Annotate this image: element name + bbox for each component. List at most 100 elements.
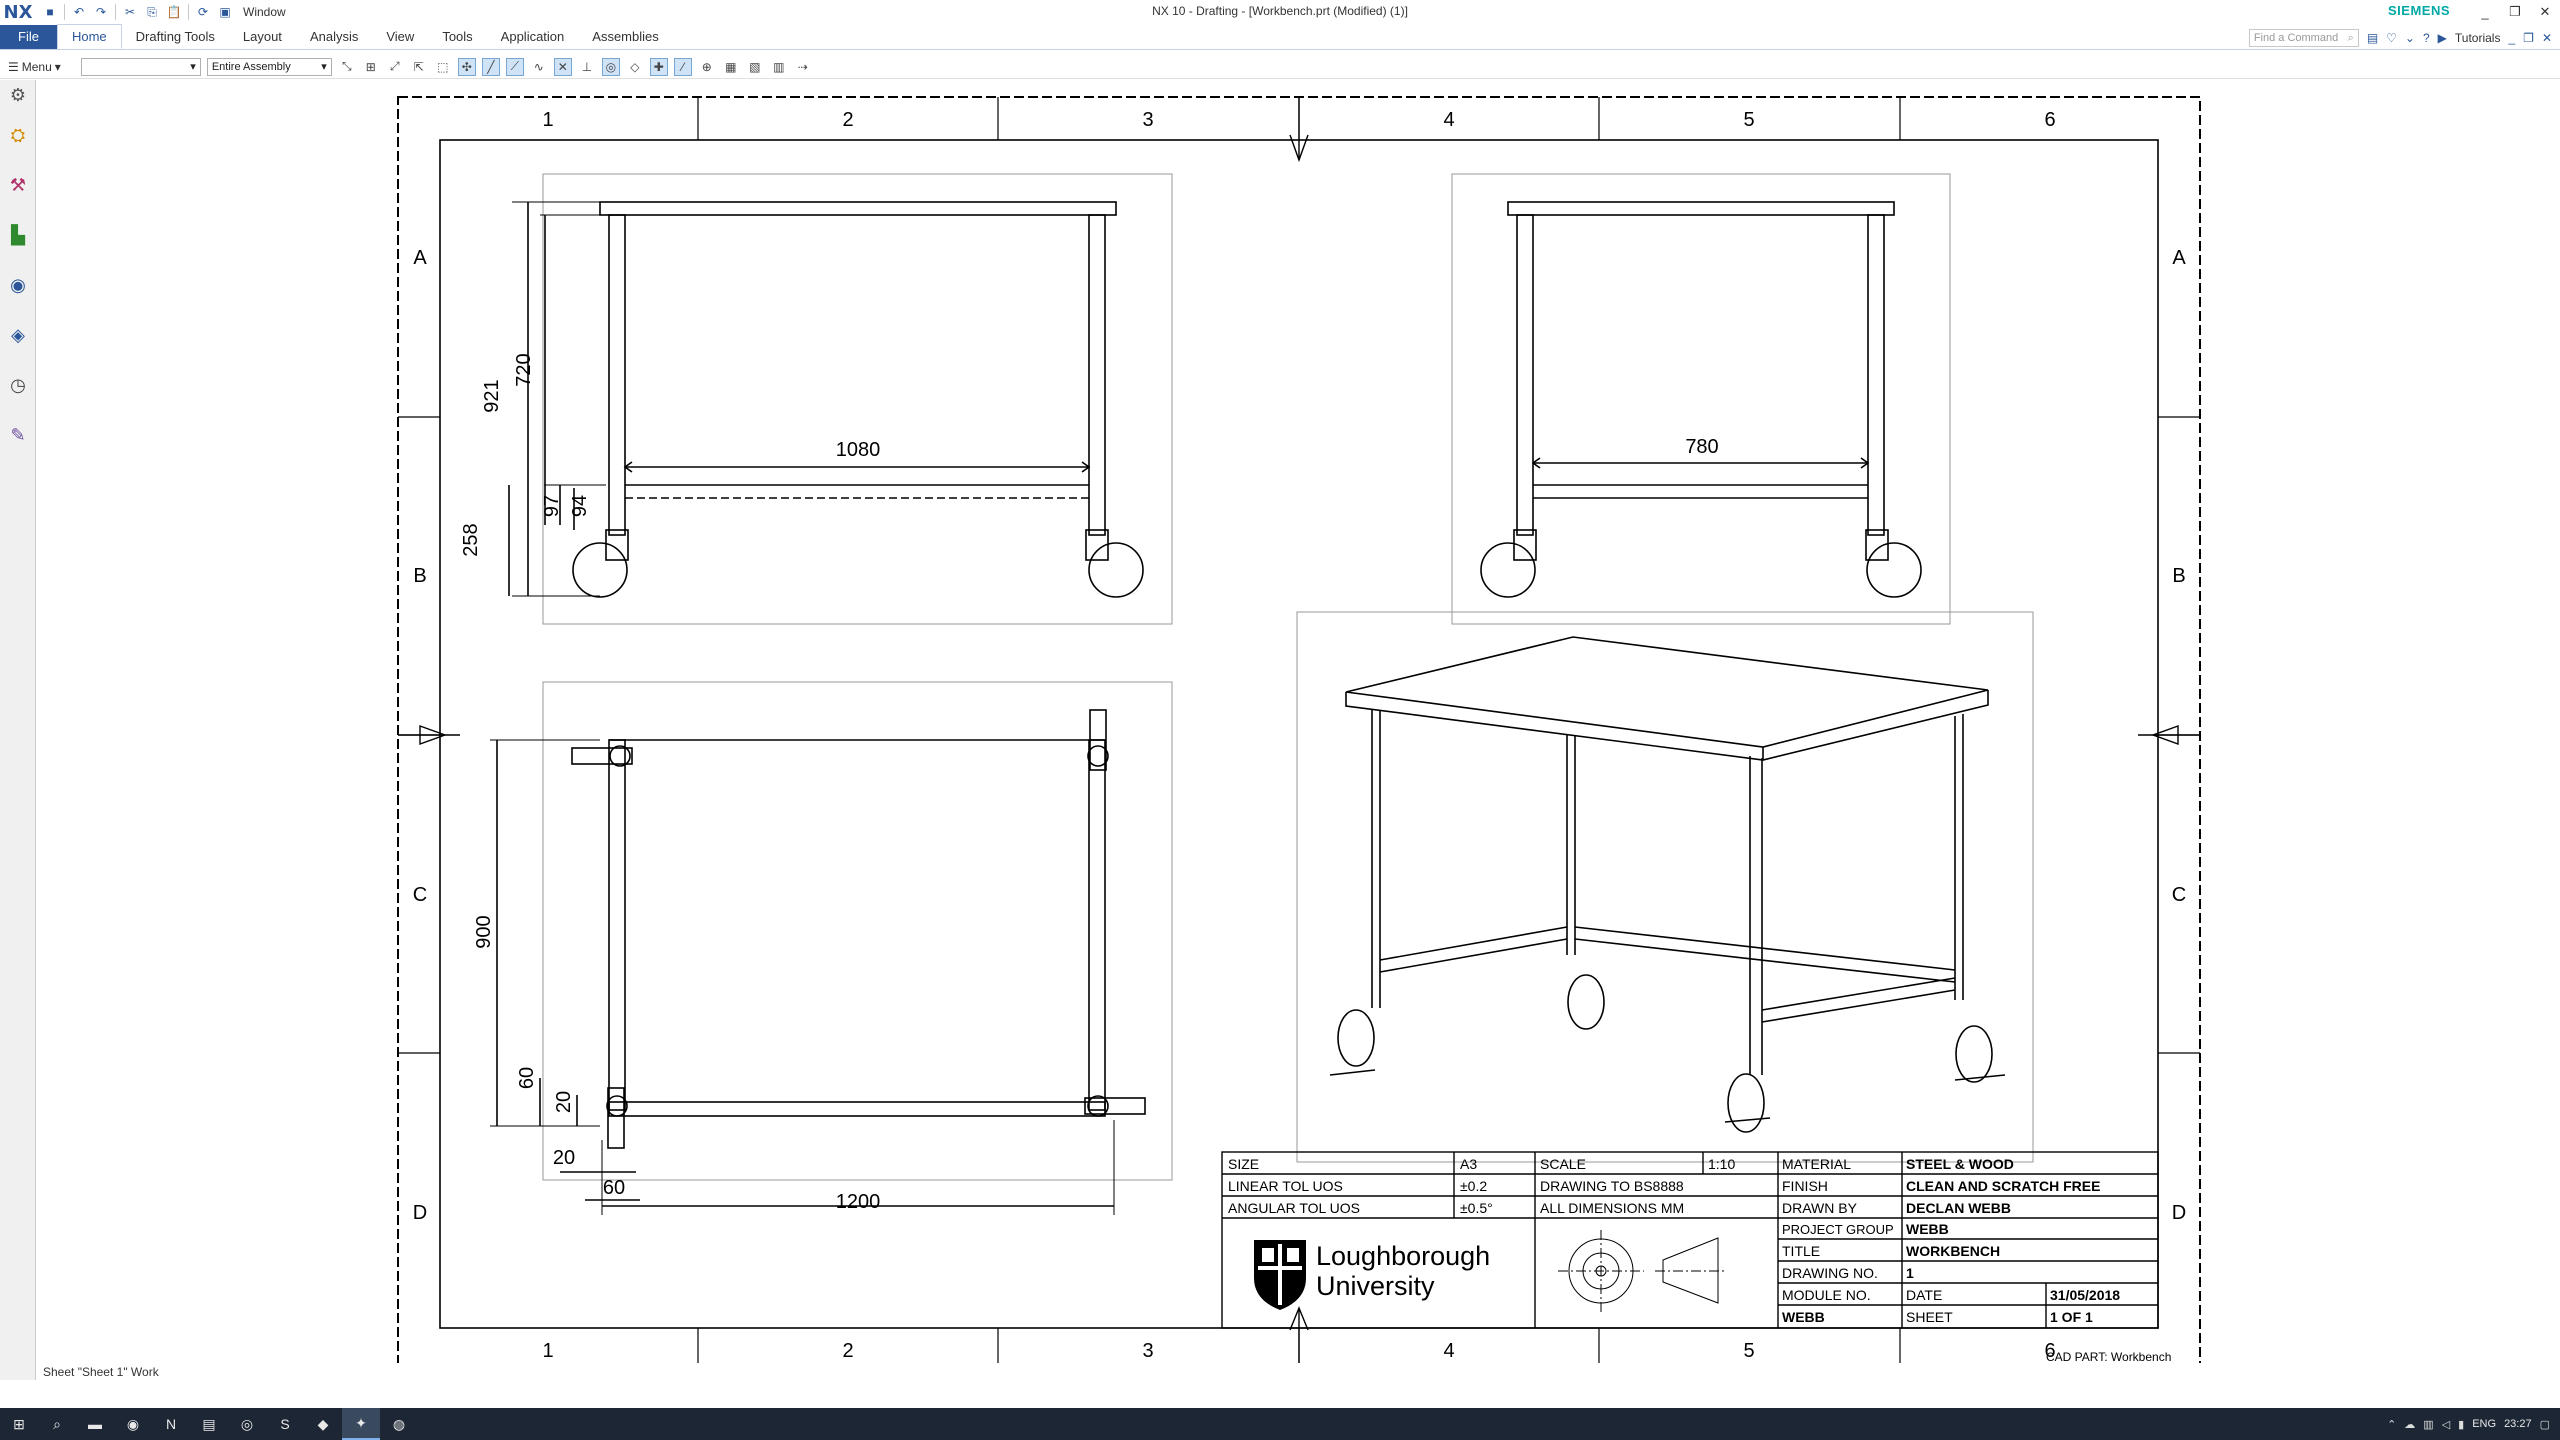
- messenger-icon[interactable]: ◆: [304, 1408, 342, 1440]
- tab-layout[interactable]: Layout: [229, 25, 296, 49]
- chevron-down-icon: ▾: [321, 61, 327, 73]
- tab-file[interactable]: File: [0, 25, 57, 49]
- clock-icon[interactable]: ◷: [0, 360, 36, 410]
- menu-label: Menu: [21, 59, 52, 74]
- box-select-icon[interactable]: ⬚: [434, 58, 452, 76]
- table-icon[interactable]: ▥: [770, 58, 788, 76]
- filter-icon[interactable]: ⊞: [362, 58, 380, 76]
- curve-icon[interactable]: ∿: [530, 58, 548, 76]
- history-icon[interactable]: ◈: [0, 310, 36, 360]
- view-style-icon[interactable]: ▧: [746, 58, 764, 76]
- restore-button[interactable]: ❐: [2500, 0, 2530, 24]
- snap-icon[interactable]: ⤡: [338, 58, 356, 76]
- midpoint-snap-icon[interactable]: ⟋: [505, 57, 524, 76]
- deselect-icon[interactable]: ⤢: [386, 58, 404, 76]
- volume-icon[interactable]: ◁: [2442, 1418, 2450, 1431]
- view-layout-icon[interactable]: ▦: [722, 58, 740, 76]
- clock[interactable]: 23:27: [2504, 1418, 2532, 1430]
- perpendicular-icon[interactable]: ⊥: [578, 58, 596, 76]
- ribbon-minimize-icon[interactable]: _: [2508, 31, 2515, 45]
- undo-icon[interactable]: ↶: [71, 4, 87, 20]
- file-explorer-icon[interactable]: ▬: [76, 1408, 114, 1440]
- selection-scope-select[interactable]: Entire Assembly ▾: [206, 57, 332, 76]
- chrome-icon[interactable]: ◎: [228, 1408, 266, 1440]
- quadrant-icon[interactable]: ◇: [626, 58, 644, 76]
- onenote-icon[interactable]: N: [152, 1408, 190, 1440]
- part-navigator-icon[interactable]: ⛭: [0, 110, 36, 160]
- roles-icon[interactable]: ✎: [0, 410, 36, 460]
- point-icon[interactable]: ⊕: [698, 58, 716, 76]
- isometric-view[interactable]: [1296, 611, 2034, 1163]
- chevron-down-icon[interactable]: ⌄: [2405, 31, 2415, 45]
- assembly-navigator-icon[interactable]: ⚒: [0, 160, 36, 210]
- endpoint-snap-icon[interactable]: ✣: [457, 57, 476, 76]
- side-view[interactable]: [1451, 173, 1951, 625]
- dim-offset-60-vertical: 60: [516, 1067, 538, 1089]
- tab-tools[interactable]: Tools: [428, 25, 486, 49]
- tab-assemblies[interactable]: Assemblies: [578, 25, 672, 49]
- notes-icon[interactable]: ▤: [190, 1408, 228, 1440]
- settings-gear-icon[interactable]: ⚙: [0, 80, 36, 110]
- browser-icon[interactable]: ◉: [114, 1408, 152, 1440]
- intersection-icon[interactable]: ✕: [553, 57, 572, 76]
- tab-home[interactable]: Home: [56, 24, 122, 49]
- onedrive-icon[interactable]: ☁: [2404, 1418, 2415, 1431]
- dim-offset-60-horizontal: 60: [603, 1177, 625, 1199]
- tangent-icon[interactable]: ⁄: [673, 57, 692, 76]
- pmi-icon[interactable]: ⇢: [794, 58, 812, 76]
- notification-icon[interactable]: ▢: [2540, 1418, 2550, 1431]
- point-on-curve-icon[interactable]: ✚: [649, 57, 668, 76]
- tb-date-label: DATE: [1906, 1287, 1942, 1303]
- window-title: NX 10 - Drafting - [Workbench.prt (Modif…: [1152, 4, 1408, 18]
- tutorials-link[interactable]: Tutorials: [2455, 31, 2501, 45]
- command-search-input[interactable]: Find a Command ⌕: [2248, 29, 2359, 47]
- reselect-icon[interactable]: ⇱: [410, 58, 428, 76]
- plan-view[interactable]: [490, 681, 1173, 1215]
- tb-title-value: WORKBENCH: [1906, 1243, 2000, 1259]
- tab-drafting-tools[interactable]: Drafting Tools: [122, 25, 229, 49]
- toolbar-divider: [115, 4, 116, 20]
- nx-taskbar-icon[interactable]: ✦: [342, 1408, 380, 1440]
- tb-all-dims-label: ALL DIMENSIONS MM: [1540, 1200, 1684, 1216]
- close-button[interactable]: ✕: [2530, 0, 2560, 24]
- minimize-button[interactable]: _: [2470, 0, 2500, 24]
- web-browser-icon[interactable]: ◉: [0, 260, 36, 310]
- start-icon[interactable]: ⊞: [0, 1408, 38, 1440]
- ribbon-restore-icon[interactable]: ❐: [2523, 31, 2534, 45]
- zone-row-label: D: [413, 1202, 427, 1224]
- search-icon[interactable]: ⌕: [38, 1408, 76, 1440]
- line-snap-icon[interactable]: ╱: [481, 57, 500, 76]
- nx-logo[interactable]: NX: [0, 0, 36, 24]
- tb-module-value: WEBB: [1782, 1309, 1825, 1325]
- type-filter-select[interactable]: ▾: [80, 57, 201, 76]
- paste-icon[interactable]: 📋: [166, 4, 182, 20]
- tray-overflow-icon[interactable]: ⌃: [2387, 1418, 2396, 1431]
- language-indicator[interactable]: ENG: [2472, 1418, 2496, 1430]
- front-view[interactable]: [508, 173, 1173, 625]
- skype-icon[interactable]: S: [266, 1408, 304, 1440]
- battery-icon[interactable]: ▮: [2458, 1418, 2464, 1431]
- toolbar-divider: [188, 4, 189, 20]
- tab-application[interactable]: Application: [487, 25, 579, 49]
- tab-analysis[interactable]: Analysis: [296, 25, 372, 49]
- steam-icon[interactable]: ◍: [380, 1408, 418, 1440]
- graphics-window[interactable]: 1 2 3 4 5 6 1 2 3 4 5 6 A B C D A B C D: [37, 80, 2560, 1380]
- reuse-library-icon[interactable]: ▙: [0, 210, 36, 260]
- heart-icon[interactable]: ♡: [2386, 31, 2397, 45]
- layout-icon[interactable]: ▤: [2367, 31, 2378, 45]
- cut-icon[interactable]: ✂: [122, 4, 138, 20]
- ribbon-close-icon[interactable]: ✕: [2542, 31, 2552, 45]
- menu-button[interactable]: ☰ Menu ▾: [8, 60, 61, 74]
- tb-finish-value: CLEAN AND SCRATCH FREE: [1906, 1178, 2100, 1194]
- system-tray: ⌃ ☁ ▥ ◁ ▮ ENG 23:27 ▢: [2387, 1408, 2560, 1440]
- redo-icon[interactable]: ↷: [93, 4, 109, 20]
- help-icon[interactable]: ?: [2423, 31, 2430, 45]
- window-menu[interactable]: Window: [243, 5, 286, 19]
- tab-view[interactable]: View: [372, 25, 428, 49]
- arc-center-icon[interactable]: ◎: [601, 57, 620, 76]
- zone-column-label: 3: [1142, 1340, 1153, 1362]
- repeat-command-icon[interactable]: ⟳: [195, 4, 211, 20]
- save-icon[interactable]: ■: [42, 4, 58, 20]
- copy-icon[interactable]: ⎘: [144, 4, 160, 20]
- network-icon[interactable]: ▥: [2423, 1418, 2433, 1431]
